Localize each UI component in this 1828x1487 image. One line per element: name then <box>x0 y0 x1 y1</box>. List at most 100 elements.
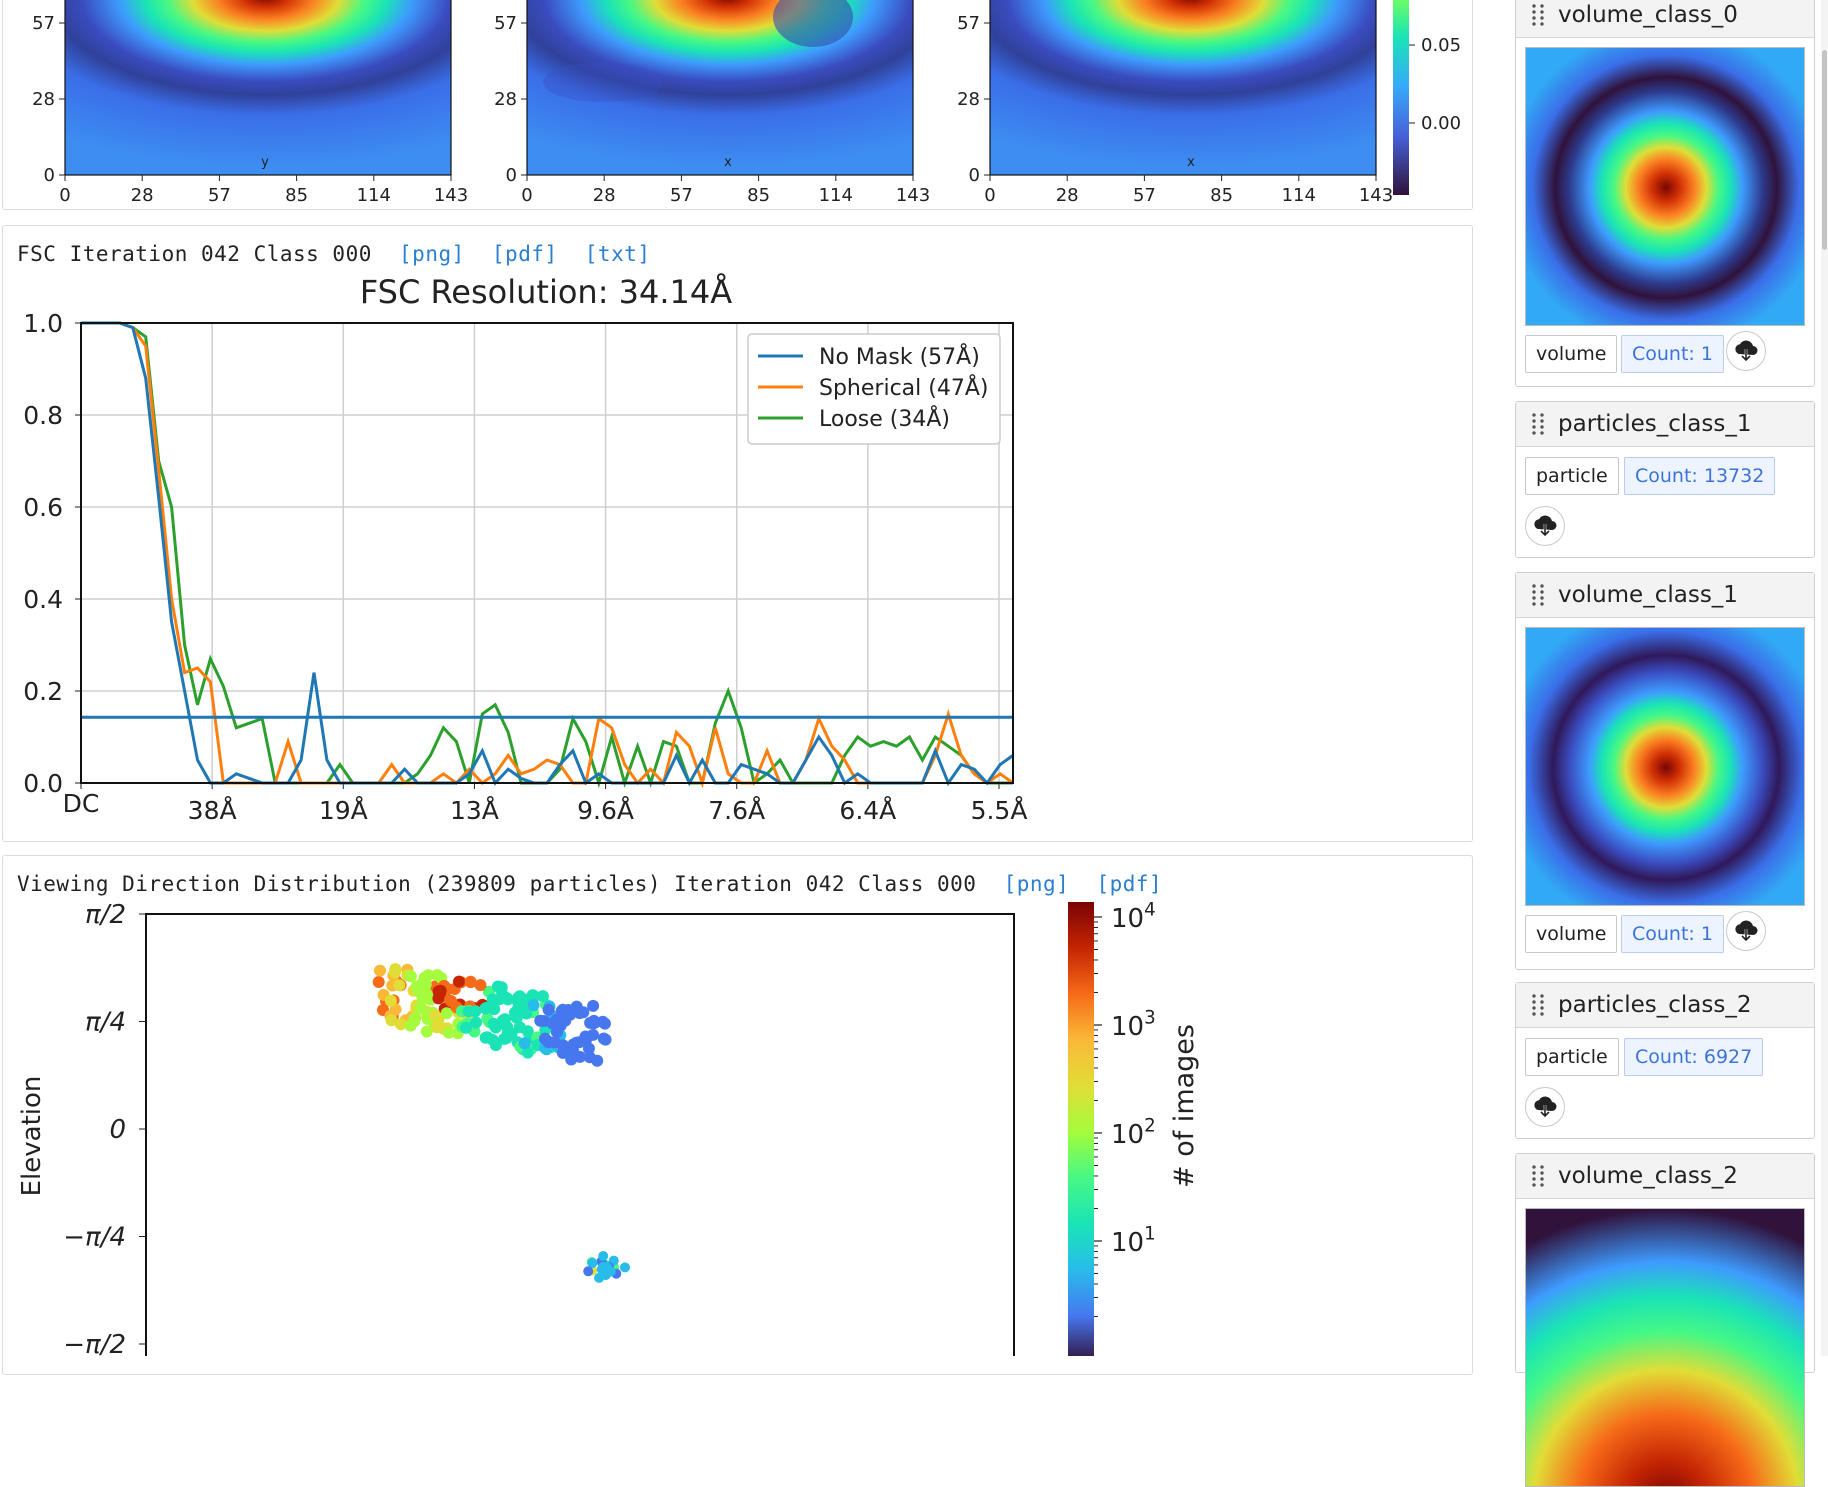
fsc-x-tick-label: 19Å <box>319 796 368 825</box>
slice-y-tick-label: 0 <box>44 165 55 186</box>
count-badge: Count: 6927 <box>1624 1038 1764 1076</box>
vdd-bin <box>372 976 385 988</box>
drag-handle-icon[interactable] <box>1530 1164 1546 1188</box>
card-volume-class-1: volume_class_1 volume Count: 1 <box>1515 572 1815 970</box>
slice-y-tick-label: 57 <box>957 13 980 34</box>
colorbar-tick-0.00: 0.00 <box>1421 113 1461 134</box>
vdd-colorbar-label: # of images <box>1169 1024 1200 1188</box>
slice-x-tick-label: 28 <box>593 185 616 206</box>
vdd-bin <box>620 1262 630 1273</box>
slice-x-tick-label: 28 <box>1056 185 1079 206</box>
vdd-bin <box>453 975 465 988</box>
card-particles-class-2: particles_class_2 particle Count: 6927 <box>1515 982 1815 1139</box>
vdd-bin <box>599 1033 612 1046</box>
count-badge: Count: 1 <box>1621 335 1724 373</box>
volume-thumbnail[interactable] <box>1525 627 1805 906</box>
slice-x-tick-label: 57 <box>208 185 231 206</box>
vdd-y-tick-label: −π/4 <box>63 1223 126 1253</box>
vdd-bin <box>587 1017 600 1030</box>
card-header[interactable]: particles_class_2 <box>1516 983 1814 1028</box>
colorbar-tick-0.05: 0.05 <box>1421 35 1461 56</box>
slice-x-tick-label: 114 <box>1282 185 1316 206</box>
card-header[interactable]: volume_class_2 <box>1516 1154 1814 1199</box>
vdd-bin <box>384 994 397 1007</box>
slice-x-tick-label: 114 <box>357 185 391 206</box>
vdd-colorbar-tick-label: 103 <box>1111 1007 1156 1042</box>
count-badge: Count: 13732 <box>1624 457 1776 495</box>
slice-axis-letter-1: y <box>261 155 269 170</box>
vdd-bin <box>430 1021 443 1034</box>
volume-thumbnail[interactable] <box>1525 1208 1805 1487</box>
vdd-panel: Viewing Direction Distribution (239809 p… <box>2 855 1473 1375</box>
slice-x-tick-label: 57 <box>670 185 693 206</box>
download-icon[interactable] <box>1726 911 1766 951</box>
vdd-y-tick-label: π/2 <box>85 900 126 930</box>
download-icon[interactable] <box>1525 1087 1565 1127</box>
slice-x-tick-label: 114 <box>819 185 853 206</box>
vdd-bin <box>601 1262 611 1272</box>
scrollbar-thumb[interactable] <box>1822 50 1827 250</box>
card-volume-class-2: volume_class_2 <box>1515 1153 1815 1487</box>
vdd-ylabel: Elevation <box>17 1076 47 1197</box>
fsc-chart: FSC Resolution: 34.14Å DC 38Å 19Å 13Å 9.6Å 7.6… <box>23 273 1027 825</box>
card-header[interactable]: volume_class_1 <box>1516 573 1814 618</box>
slice-x-tick-label: 0 <box>984 185 995 206</box>
fsc-legend-label: Spherical (47Å) <box>819 374 988 401</box>
vdd-y-tick-label: −π/2 <box>63 1330 126 1356</box>
card-particles-class-1: particles_class_1 particle Count: 13732 <box>1515 401 1815 558</box>
drag-handle-icon[interactable] <box>1530 993 1546 1017</box>
type-tag: volume <box>1525 915 1618 953</box>
slice-axis-letter-2: x <box>724 155 732 170</box>
slice-x-tick-label: 85 <box>285 185 308 206</box>
vdd-bin <box>374 964 386 977</box>
slice-plot-3: x <box>989 0 1377 176</box>
slice-y-tick-label: 0 <box>969 165 980 186</box>
vdd-colorbar-tick-label: 102 <box>1111 1115 1156 1150</box>
vdd-y-tick-label: 0 <box>109 1115 126 1145</box>
vdd-axes-frame <box>145 913 1015 1356</box>
vdd-bin <box>470 1016 482 1029</box>
fsc-y-tick-label: 0.0 <box>23 769 63 798</box>
vdd-bin <box>583 1266 594 1277</box>
fsc-legend-label: Loose (34Å) <box>819 405 950 432</box>
drag-handle-icon[interactable] <box>1530 3 1546 27</box>
type-tag: particle <box>1525 1038 1619 1076</box>
volume-thumbnail[interactable] <box>1525 47 1805 326</box>
drag-handle-icon[interactable] <box>1530 583 1546 607</box>
vdd-bin <box>518 1037 531 1050</box>
fsc-x-tick-label: 38Å <box>188 796 237 825</box>
card-header[interactable]: particles_class_1 <box>1516 402 1814 447</box>
slice-x-tick-label: 0 <box>59 185 70 206</box>
card-title: volume_class_1 <box>1558 582 1738 608</box>
download-icon[interactable] <box>1726 331 1766 371</box>
count-badge: Count: 1 <box>1621 915 1724 953</box>
card-volume-class-0: volume_class_0 volume Count: 1 <box>1515 0 1815 387</box>
vdd-bin <box>408 1015 421 1028</box>
type-tag: volume <box>1525 335 1618 373</box>
fsc-y-tick-label: 0.8 <box>23 401 63 430</box>
card-title: particles_class_2 <box>1558 992 1752 1018</box>
fsc-y-tick-label: 1.0 <box>23 309 63 338</box>
vdd-bin <box>587 999 600 1012</box>
card-title: volume_class_0 <box>1558 2 1738 28</box>
fsc-title: FSC Resolution: 34.14Å <box>360 273 732 311</box>
vdd-bin <box>591 1054 604 1067</box>
fsc-legend-label: No Mask (57Å) <box>819 343 980 370</box>
vdd-chart: π/2 π/4 0 −π/4 −π/2 Elevation 104 103 102 101 # of… <box>17 899 1200 1356</box>
slice-plot-2: x <box>526 0 914 176</box>
vdd-bin <box>546 1017 559 1030</box>
fsc-legend: No Mask (57Å) Spherical (47Å) Loose (34Å) <box>747 333 1001 445</box>
slice-axis-letter-3: x <box>1187 155 1195 170</box>
fsc-x-tick-label: 6.4Å <box>839 796 896 825</box>
download-icon[interactable] <box>1525 506 1565 546</box>
vdd-bin <box>548 1036 561 1049</box>
drag-handle-icon[interactable] <box>1530 412 1546 436</box>
vdd-y-tick-label: π/4 <box>85 1008 126 1038</box>
card-header[interactable]: volume_class_0 <box>1516 0 1814 38</box>
slice-x-tick-label: 0 <box>521 185 532 206</box>
vdd-colorbar <box>1068 902 1094 1356</box>
vdd-bin <box>579 1030 592 1043</box>
fsc-panel: FSC Iteration 042 Class 000 [png] [pdf] … <box>2 225 1473 842</box>
fsc-y-tick-label: 0.4 <box>23 585 63 614</box>
slice-x-tick-label: 143 <box>434 185 468 206</box>
